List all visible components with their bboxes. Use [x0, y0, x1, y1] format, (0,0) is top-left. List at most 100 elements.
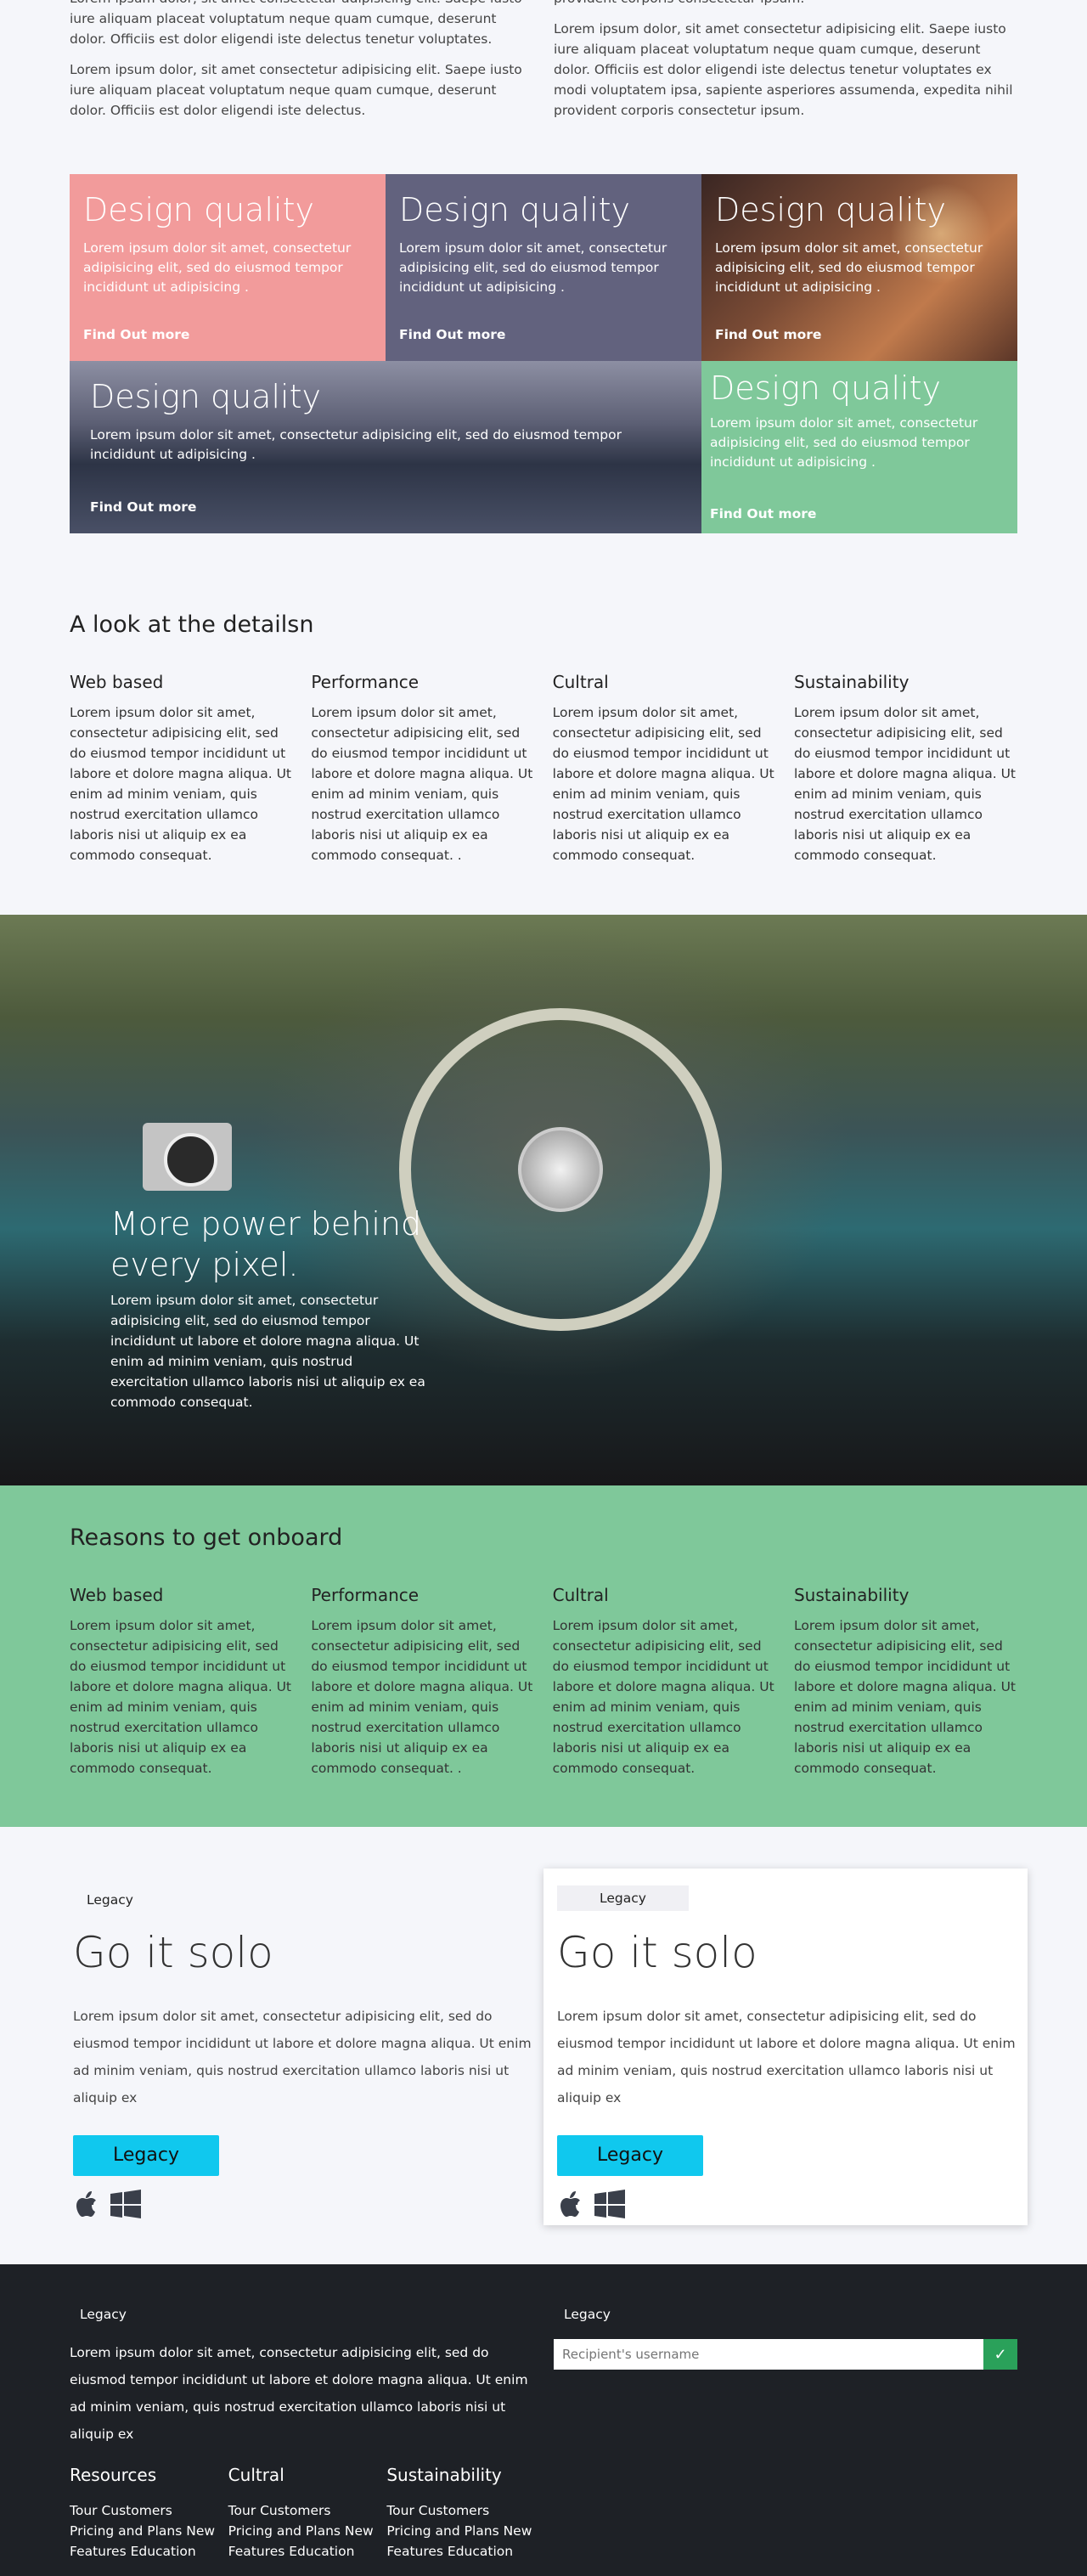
- intro-paragraph: Lorem ipsum dolor, sit amet consectetur …: [70, 62, 522, 118]
- footer-link[interactable]: Tour Customers: [228, 2500, 387, 2521]
- feature-heading: Web based: [70, 1585, 164, 1605]
- tile-title: Design quality: [399, 191, 630, 228]
- feature-text: Lorem ipsum dolor sit amet, consectetur …: [311, 705, 533, 863]
- feature-column: Web based Lorem ipsum dolor sit amet, co…: [70, 672, 293, 865]
- section-title: A look at the detailsn: [70, 612, 314, 638]
- hero-description: Lorem ipsum dolor sit amet, consectetur …: [110, 1293, 425, 1410]
- reasons-section: Reasons to get onboard Web based Lorem i…: [0, 1485, 1087, 1827]
- footer-column: Cultral Tour Customers Pricing and Plans…: [228, 2465, 387, 2562]
- hero-banner: More power behind every pixel. Lorem ips…: [0, 915, 1087, 1485]
- details-section: A look at the detailsn Web based Lorem i…: [70, 612, 1017, 883]
- design-tile-photo: Design quality Lorem ipsum dolor sit ame…: [701, 174, 1017, 361]
- footer-right: Legacy ✓: [554, 2307, 1017, 2370]
- design-tile-photo: Design quality Lorem ipsum dolor sit ame…: [70, 361, 701, 533]
- feature-column: Performance Lorem ipsum dolor sit amet, …: [311, 1585, 534, 1778]
- pricing-card-highlighted: Legacy Go it solo Lorem ipsum dolor sit …: [544, 1869, 1028, 2225]
- tile-title: Design quality: [83, 191, 314, 228]
- platform-icons: [73, 2190, 550, 2218]
- pricing-section: Legacy Go it solo Lorem ipsum dolor sit …: [70, 1869, 1028, 2225]
- pricing-card: Legacy Go it solo Lorem ipsum dolor sit …: [70, 1869, 554, 2225]
- tile-text: Lorem ipsum dolor sit amet, consectetur …: [715, 240, 983, 295]
- feature-column: Sustainability Lorem ipsum dolor sit ame…: [794, 1585, 1017, 1778]
- feature-heading: Performance: [311, 1585, 420, 1605]
- footer-link[interactable]: Features Education: [386, 2541, 545, 2562]
- design-tiles: Design quality Lorem ipsum dolor sit ame…: [70, 174, 1017, 533]
- feature-heading: Performance: [311, 672, 420, 692]
- tile-title: Design quality: [90, 378, 321, 415]
- apple-icon: [557, 2190, 583, 2218]
- plan-description: Lorem ipsum dolor sit amet, consectetur …: [557, 2009, 1016, 2105]
- intro-paragraph: Lorem ipsum dolor, sit amet consectetur …: [554, 21, 1013, 118]
- plan-badge: Legacy: [557, 1885, 689, 1911]
- steering-hub-image: [518, 1127, 603, 1212]
- apple-icon: [73, 2190, 99, 2218]
- feature-column: Web based Lorem ipsum dolor sit amet, co…: [70, 1585, 293, 1778]
- platform-icons: [557, 2190, 1014, 2218]
- find-out-more-link[interactable]: Find Out more: [710, 506, 816, 521]
- tile-text: Lorem ipsum dolor sit amet, consectetur …: [399, 240, 667, 295]
- footer-column: Sustainability Tour Customers Pricing an…: [386, 2465, 545, 2562]
- feature-text: Lorem ipsum dolor sit amet, consectetur …: [311, 1618, 533, 1776]
- footer-link[interactable]: Tour Customers: [70, 2500, 228, 2521]
- feature-text: Lorem ipsum dolor sit amet, consectetur …: [552, 1618, 774, 1776]
- feature-heading: Sustainability: [793, 672, 910, 692]
- footer-column-heading: Resources: [70, 2465, 157, 2485]
- feature-columns: Web based Lorem ipsum dolor sit amet, co…: [70, 1585, 1017, 1778]
- footer: Legacy Lorem ipsum dolor sit amet, conse…: [0, 2264, 1087, 2576]
- footer-link[interactable]: Pricing and Plans New: [70, 2521, 228, 2541]
- plan-title: Go it solo: [557, 1928, 758, 1977]
- feature-heading: Cultral: [552, 1585, 609, 1605]
- tile-text: Lorem ipsum dolor sit amet, consectetur …: [710, 415, 978, 470]
- windows-icon: [594, 2190, 625, 2218]
- intro-section: Lorem ipsum dolor, sit amet consectetur …: [70, 0, 1017, 136]
- intro-right: provident corporis consectetur ipsum. Lo…: [554, 0, 1017, 136]
- hero-title: More power behind every pixel.: [110, 1205, 422, 1283]
- feature-columns: Web based Lorem ipsum dolor sit amet, co…: [70, 672, 1017, 865]
- footer-column-heading: Cultral: [228, 2465, 284, 2485]
- footer-label: Legacy: [564, 2307, 611, 2322]
- design-tile: Design quality Lorem ipsum dolor sit ame…: [701, 361, 1017, 533]
- tile-title: Design quality: [710, 369, 941, 407]
- footer-link[interactable]: Tour Customers: [386, 2500, 545, 2521]
- recipient-username-input[interactable]: [554, 2339, 983, 2370]
- gauge-image: [143, 1123, 232, 1191]
- hero-text: More power behind every pixel. Lorem ips…: [110, 1203, 433, 1412]
- feature-text: Lorem ipsum dolor sit amet, consectetur …: [793, 1618, 1016, 1776]
- footer-column: Resources Tour Customers Pricing and Pla…: [70, 2465, 228, 2562]
- plan-title: Go it solo: [73, 1928, 273, 1977]
- feature-column: Cultral Lorem ipsum dolor sit amet, cons…: [553, 1585, 776, 1778]
- check-icon: ✓: [994, 2345, 1007, 2363]
- footer-column-heading: Sustainability: [386, 2465, 502, 2485]
- find-out-more-link[interactable]: Find Out more: [90, 499, 196, 515]
- footer-link-columns: Resources Tour Customers Pricing and Pla…: [70, 2465, 545, 2562]
- footer-link[interactable]: Pricing and Plans New: [228, 2521, 387, 2541]
- legacy-button[interactable]: Legacy: [73, 2135, 219, 2176]
- windows-icon: [110, 2190, 141, 2218]
- section-title: Reasons to get onboard: [70, 1525, 343, 1551]
- legacy-button[interactable]: Legacy: [557, 2135, 703, 2176]
- footer-link[interactable]: Pricing and Plans New: [386, 2521, 545, 2541]
- newsletter-form: ✓: [554, 2339, 1017, 2370]
- feature-text: Lorem ipsum dolor sit amet, consectetur …: [70, 705, 292, 863]
- feature-column: Performance Lorem ipsum dolor sit amet, …: [311, 672, 534, 865]
- feature-heading: Cultral: [552, 672, 609, 692]
- feature-heading: Sustainability: [793, 1585, 910, 1605]
- footer-label: Legacy: [80, 2307, 127, 2322]
- footer-left: Legacy Lorem ipsum dolor sit amet, conse…: [70, 2307, 545, 2562]
- tile-text: Lorem ipsum dolor sit amet, consectetur …: [83, 240, 352, 295]
- plan-description: Lorem ipsum dolor sit amet, consectetur …: [73, 2009, 532, 2105]
- intro-paragraph: provident corporis consectetur ipsum.: [554, 0, 1017, 8]
- tile-title: Design quality: [715, 191, 946, 228]
- feature-column: Sustainability Lorem ipsum dolor sit ame…: [794, 672, 1017, 865]
- footer-link[interactable]: Features Education: [70, 2541, 228, 2562]
- feature-text: Lorem ipsum dolor sit amet, consectetur …: [793, 705, 1016, 863]
- feature-column: Cultral Lorem ipsum dolor sit amet, cons…: [553, 672, 776, 865]
- submit-button[interactable]: ✓: [983, 2339, 1017, 2370]
- footer-link[interactable]: Features Education: [228, 2541, 387, 2562]
- find-out-more-link[interactable]: Find Out more: [399, 327, 505, 342]
- find-out-more-link[interactable]: Find Out more: [83, 327, 189, 342]
- feature-heading: Web based: [70, 672, 164, 692]
- find-out-more-link[interactable]: Find Out more: [715, 327, 821, 342]
- plan-badge: Legacy: [87, 1892, 133, 1908]
- feature-text: Lorem ipsum dolor sit amet, consectetur …: [552, 705, 774, 863]
